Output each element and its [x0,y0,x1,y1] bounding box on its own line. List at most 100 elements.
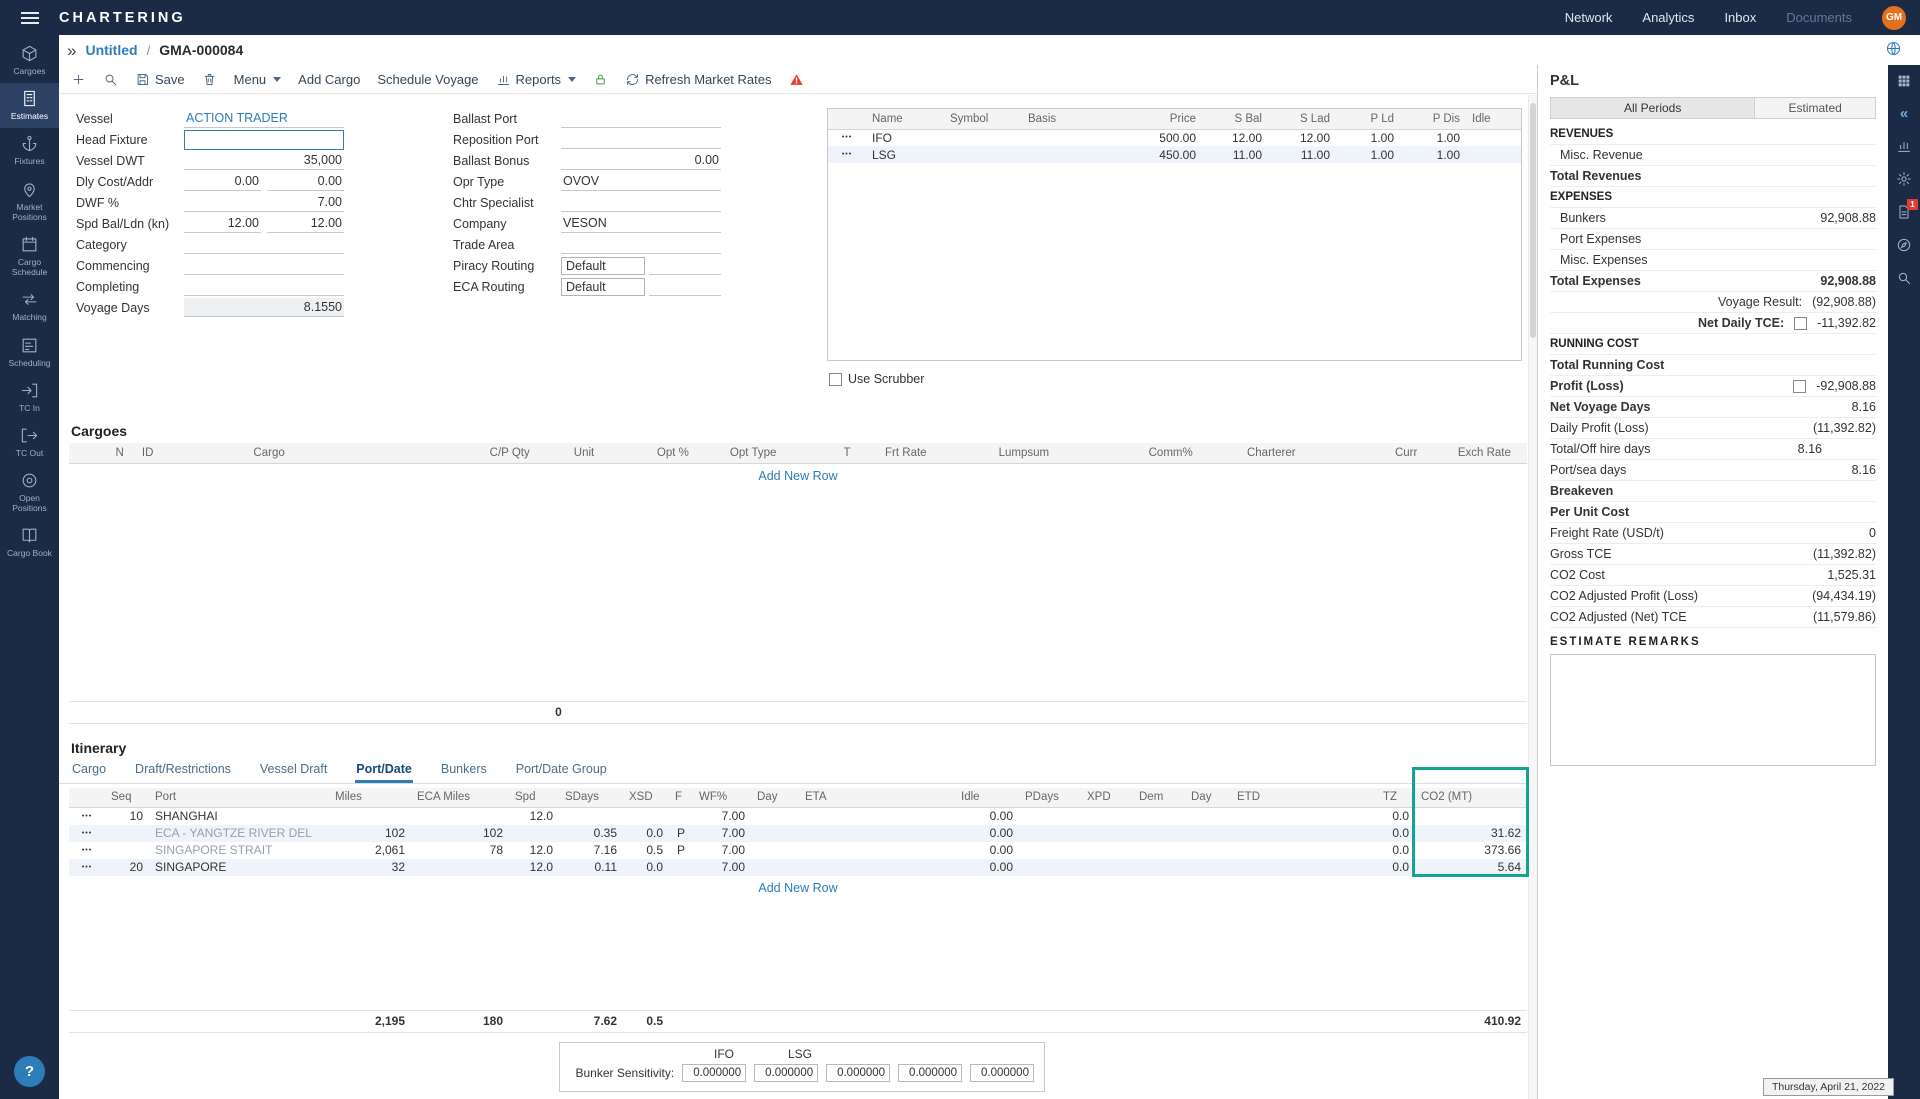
net-daily-tce-checkbox[interactable] [1794,317,1807,330]
fuel-p-dis-cell[interactable]: 1.00 [1400,146,1466,163]
tz-cell[interactable]: 0.0 [1377,842,1415,859]
sdays-cell[interactable] [559,808,623,825]
spd-cell[interactable]: 12.0 [509,808,559,825]
fuel-p-ld-cell[interactable]: 1.00 [1336,146,1400,163]
fuel-s-bal-cell[interactable]: 11.00 [1202,146,1268,163]
f-cell[interactable] [669,808,693,825]
fuel-basis-cell[interactable] [1022,146,1102,163]
co2-cell[interactable]: 373.66 [1415,842,1527,859]
save-button[interactable]: Save [135,72,185,87]
cargoes-add-new-row[interactable]: Add New Row [69,464,1527,488]
spd-cell[interactable]: 12.0 [509,842,559,859]
tab-bunkers[interactable]: Bunkers [440,762,488,783]
bunker-sensitivity-input-4[interactable]: 0.000000 [898,1064,962,1082]
help-button[interactable]: ? [14,1056,45,1087]
sidebar-item-market-positions[interactable]: Market Positions [0,174,59,229]
analytics-chart-icon[interactable] [1896,138,1912,154]
nav-network[interactable]: Network [1565,10,1613,25]
hamburger-menu-icon[interactable] [0,12,59,24]
estimate-title[interactable]: Untitled [85,42,137,58]
f-cell[interactable]: P [669,842,693,859]
idle-cell[interactable]: 0.00 [955,842,1019,859]
bunker-sensitivity-input-5[interactable]: 0.000000 [970,1064,1034,1082]
tab-port-date-group[interactable]: Port/Date Group [515,762,608,783]
eca-routing-extra-input[interactable] [649,277,721,296]
notifications-document-icon[interactable]: 1 [1896,204,1912,220]
trade-area-input[interactable] [561,235,721,254]
nav-inbox[interactable]: Inbox [1724,10,1756,25]
sdays-cell[interactable]: 0.35 [559,825,623,842]
add-cargo-button[interactable]: Add Cargo [298,72,360,87]
company-input[interactable]: VESON [561,214,721,233]
nav-analytics[interactable]: Analytics [1642,10,1694,25]
etd-cell[interactable] [1231,808,1377,825]
dem-cell[interactable] [1133,808,1185,825]
eca-routing-select[interactable]: Default [561,278,645,296]
day-eta-cell[interactable] [751,842,799,859]
vessel-dwt-input[interactable]: 35,000 [184,151,344,170]
xpd-cell[interactable] [1081,859,1133,876]
reposition-port-input[interactable] [561,130,721,149]
day-eta-cell[interactable] [751,859,799,876]
wf-cell[interactable]: 7.00 [693,808,751,825]
bunker-sensitivity-input-3[interactable]: 0.000000 [826,1064,890,1082]
vertical-scrollbar[interactable] [1528,95,1537,1099]
etd-cell[interactable] [1231,859,1377,876]
day-eta-cell[interactable] [751,808,799,825]
bunker-sensitivity-input-1[interactable]: 0.000000 [682,1064,746,1082]
user-avatar[interactable]: GM [1882,6,1906,30]
dwf-input[interactable]: 7.00 [184,193,344,212]
fuel-s-bal-cell[interactable]: 12.00 [1202,129,1268,146]
search-panel-icon[interactable] [1896,270,1912,286]
fuel-symbol-cell[interactable] [944,129,1022,146]
day-etd-cell[interactable] [1185,808,1231,825]
collapse-panel-icon[interactable]: « [1900,106,1908,121]
miles-cell[interactable]: 2,061 [329,842,411,859]
sidebar-item-fixtures[interactable]: Fixtures [0,128,59,173]
seq-cell[interactable] [105,825,149,842]
fuel-symbol-cell[interactable] [944,146,1022,163]
miles-cell[interactable] [329,808,411,825]
co2-cell[interactable]: 31.62 [1415,825,1527,842]
fuel-idle-cell[interactable] [1466,146,1522,163]
sidebar-item-open-positions[interactable]: Open Positions [0,465,59,520]
tz-cell[interactable]: 0.0 [1377,808,1415,825]
piracy-routing-extra-input[interactable] [649,256,721,275]
grid-view-icon[interactable] [1896,73,1912,89]
tab-draft-restrictions[interactable]: Draft/Restrictions [134,762,232,783]
completing-input[interactable] [184,277,344,296]
port-cell[interactable]: SINGAPORE STRAIT [149,842,329,859]
xpd-cell[interactable] [1081,825,1133,842]
pdays-cell[interactable] [1019,842,1081,859]
xsd-cell[interactable]: 0.5 [623,842,669,859]
fuel-basis-cell[interactable] [1022,129,1102,146]
eta-cell[interactable] [799,859,955,876]
spd-bal-input[interactable]: 12.00 [184,214,261,233]
tab-port-date[interactable]: Port/Date [355,762,413,783]
fuel-name-cell[interactable]: LSG [866,146,944,163]
dem-cell[interactable] [1133,825,1185,842]
xsd-cell[interactable] [623,808,669,825]
ballast-port-input[interactable] [561,109,721,128]
search-icon[interactable] [103,72,118,87]
day-etd-cell[interactable] [1185,842,1231,859]
sdays-cell[interactable]: 7.16 [559,842,623,859]
dly-cost-input-1[interactable]: 0.00 [184,172,261,191]
seq-cell[interactable]: 20 [105,859,149,876]
dem-cell[interactable] [1133,842,1185,859]
f-cell[interactable]: P [669,825,693,842]
sidebar-item-cargo-book[interactable]: Cargo Book [0,520,59,565]
sidebar-item-tc-in[interactable]: TC In [0,375,59,420]
eca-miles-cell[interactable] [411,808,509,825]
day-etd-cell[interactable] [1185,859,1231,876]
profit-loss-checkbox[interactable] [1793,380,1806,393]
sdays-cell[interactable]: 0.11 [559,859,623,876]
fuel-price-cell[interactable]: 500.00 [1102,129,1202,146]
port-cell[interactable]: ECA - YANGTZE RIVER DEL [149,825,329,842]
scrollbar-thumb[interactable] [1530,103,1536,338]
fuel-p-ld-cell[interactable]: 1.00 [1336,129,1400,146]
miles-cell[interactable]: 102 [329,825,411,842]
co2-cell[interactable]: 5.64 [1415,859,1527,876]
ballast-bonus-input[interactable]: 0.00 [561,151,721,170]
eca-miles-cell[interactable]: 78 [411,842,509,859]
